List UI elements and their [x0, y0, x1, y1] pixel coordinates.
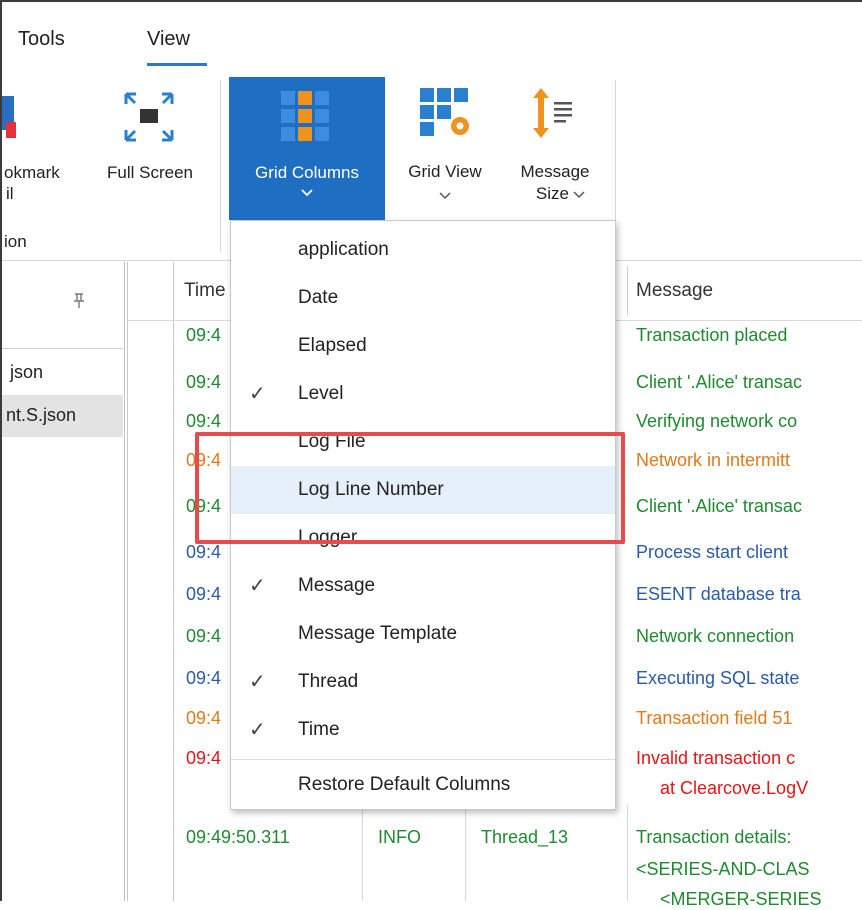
full-screen-icon	[124, 92, 174, 142]
chevron-down-icon	[301, 189, 313, 197]
cell-time[interactable]: 09:49:50.311	[186, 827, 290, 848]
checkmark-icon: ✓	[249, 671, 266, 693]
menu-item-label: Date	[298, 287, 339, 308]
chevron-down-icon	[573, 191, 585, 199]
bookmark-button-label-2[interactable]: il	[6, 183, 14, 204]
cell-message[interactable]: Transaction details:	[636, 827, 862, 848]
menu-item-message[interactable]: ✓ Message	[231, 562, 615, 610]
cell-level[interactable]: INFO	[378, 827, 421, 848]
cell-time[interactable]: 09:4	[186, 708, 221, 729]
cell-message-line3[interactable]: <MERGER-SERIES	[660, 889, 862, 910]
column-header-message[interactable]: Message	[636, 280, 713, 302]
menu-item-label: Thread	[298, 671, 359, 692]
panel-divider	[2, 348, 123, 349]
files-panel	[2, 262, 123, 901]
cell-time[interactable]: 09:4	[186, 584, 221, 605]
cell-time[interactable]: 09:4	[186, 325, 221, 346]
column-divider	[465, 805, 466, 901]
menu-item-label: Time	[298, 719, 340, 740]
cell-thread[interactable]: Thread_13	[481, 827, 568, 848]
file-item[interactable]: json	[2, 362, 123, 390]
file-item-selected[interactable]: nt.S.json	[2, 395, 123, 437]
cell-message[interactable]: Verifying network co	[636, 411, 862, 432]
grid-columns-icon	[281, 91, 329, 141]
menu-item-label: application	[298, 239, 389, 260]
full-screen-label: Full Screen	[107, 163, 193, 182]
menu-item-label: Level	[298, 383, 344, 404]
cell-time[interactable]: 09:4	[186, 542, 221, 563]
message-size-button[interactable]: Message Size	[505, 80, 605, 220]
cell-message[interactable]: Transaction field 51	[636, 708, 862, 729]
checkmark-icon: ✓	[249, 719, 266, 741]
grid-view-label: Grid View	[408, 162, 482, 181]
row-gutter	[127, 262, 174, 901]
cell-message[interactable]: Network connection	[636, 626, 862, 647]
grid-columns-label: Grid Columns	[255, 163, 359, 182]
checkmark-icon: ✓	[249, 575, 266, 597]
menu-item-label: Elapsed	[298, 335, 367, 356]
cell-message[interactable]: Client '.Alice' transac	[636, 496, 862, 517]
grid-columns-button[interactable]: Grid Columns	[229, 77, 385, 220]
bookmark-button-label[interactable]: okmark	[4, 162, 60, 183]
cell-time[interactable]: 09:4	[186, 372, 221, 393]
menu-separator	[231, 759, 615, 760]
cell-message[interactable]: Network in intermitt	[636, 450, 862, 471]
cell-time[interactable]: 09:4	[186, 668, 221, 689]
menu-item-application[interactable]: application	[231, 226, 615, 274]
column-header-time[interactable]: Time	[184, 280, 226, 302]
grid-view-icon	[420, 88, 469, 136]
bookmark-icon	[2, 88, 16, 140]
restore-default-columns-item[interactable]: Restore Default Columns	[231, 761, 615, 809]
cell-message-line2[interactable]: <SERIES-AND-CLAS	[636, 859, 862, 880]
menu-item-time[interactable]: ✓ Time	[231, 706, 615, 754]
menu-item-elapsed[interactable]: Elapsed	[231, 322, 615, 370]
menu-item-label: Restore Default Columns	[298, 774, 511, 795]
column-divider	[627, 805, 628, 901]
cell-time[interactable]: 09:4	[186, 748, 221, 769]
ribbon-group-label: ion	[4, 232, 27, 251]
column-divider	[362, 805, 363, 901]
pin-icon[interactable]	[72, 292, 86, 314]
menu-item-label: Message Template	[298, 623, 458, 644]
grid-view-button[interactable]: Grid View	[390, 80, 500, 220]
cell-message[interactable]: Invalid transaction c	[636, 748, 862, 769]
message-size-label: Message	[520, 162, 590, 181]
cell-message[interactable]: Executing SQL state	[636, 668, 862, 689]
cell-message[interactable]: Client '.Alice' transac	[636, 372, 862, 393]
cell-time[interactable]: 09:4	[186, 411, 221, 432]
cell-time[interactable]: 09:4	[186, 626, 221, 647]
cell-message-line2[interactable]: at Clearcove.LogV	[660, 778, 862, 799]
message-size-label-2: Size	[535, 184, 569, 203]
column-divider	[627, 266, 628, 316]
menu-item-level[interactable]: ✓ Level	[231, 370, 615, 418]
cell-message[interactable]: ESENT database tra	[636, 584, 862, 605]
tab-view[interactable]: View	[147, 28, 190, 51]
cell-message[interactable]: Process start client	[636, 542, 862, 563]
menu-item-date[interactable]: Date	[231, 274, 615, 322]
active-tab-indicator	[147, 63, 207, 66]
menu-item-thread[interactable]: ✓ Thread	[231, 658, 615, 706]
full-screen-button[interactable]: Full Screen	[100, 84, 200, 224]
tab-tools[interactable]: Tools	[18, 28, 65, 51]
chevron-down-icon	[439, 192, 451, 200]
cell-message[interactable]: Transaction placed	[636, 325, 862, 346]
menu-item-label: Message	[298, 575, 376, 596]
ribbon-group-separator	[220, 80, 221, 252]
checkmark-icon: ✓	[249, 383, 266, 405]
menu-item-message-template[interactable]: Message Template	[231, 610, 615, 658]
panel-border	[124, 262, 125, 901]
highlight-box	[195, 432, 625, 544]
message-size-icon	[533, 88, 572, 138]
